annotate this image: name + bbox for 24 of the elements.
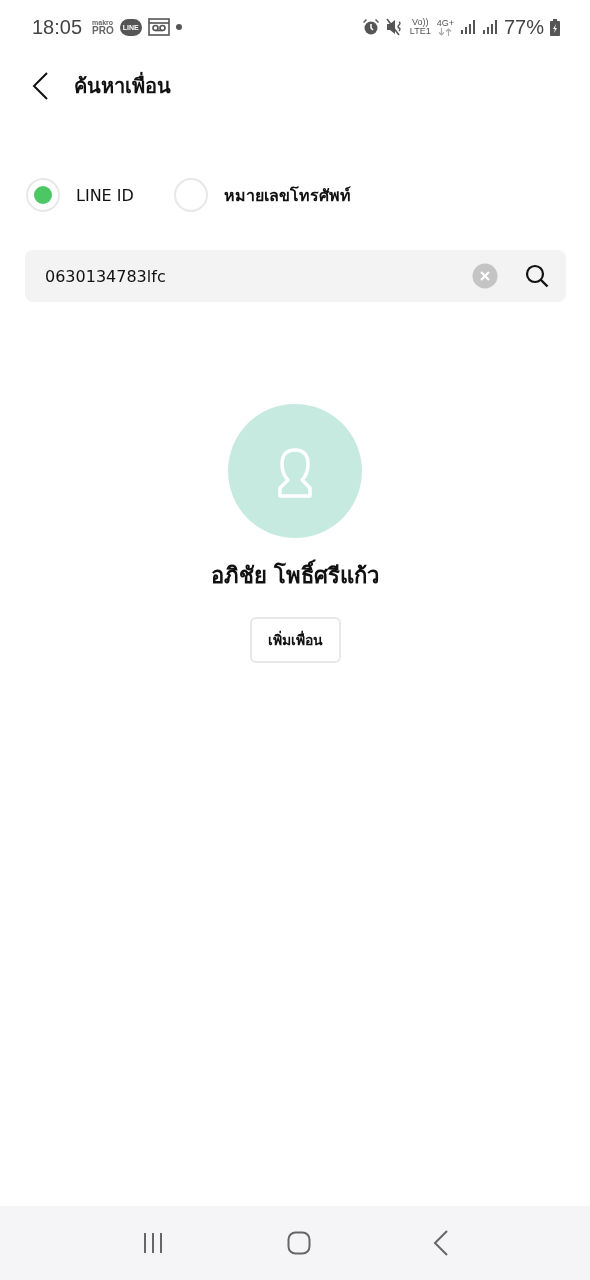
radio-label[interactable]: หมายเลขโทรศัพท์ — [223, 182, 351, 208]
signal-icon — [481, 19, 498, 35]
mute-icon — [385, 18, 404, 36]
radio-button[interactable] — [26, 178, 60, 212]
status-time: 18:05 — [32, 15, 83, 39]
voicemail-icon — [147, 18, 170, 36]
page-title: ค้นหาเพื่อน — [74, 71, 171, 100]
avatar-icon — [228, 404, 362, 538]
add-friend-button[interactable]: เพิ่มเพื่อน — [249, 617, 341, 663]
radio-label[interactable]: LINE ID — [76, 185, 134, 205]
signal-icon — [459, 19, 476, 35]
back-icon[interactable] — [32, 72, 50, 100]
data-arrows-icon — [438, 27, 453, 36]
friend-name: อภิชัย โพธิ์ศรีแก้ว — [210, 558, 380, 593]
battery-percent: 77% — [503, 15, 544, 39]
recent-apps-icon[interactable] — [141, 1231, 165, 1255]
battery-icon — [550, 18, 560, 36]
search-field[interactable]: 0630134783lfc — [25, 250, 566, 302]
dot-icon — [175, 24, 182, 30]
home-icon[interactable] — [287, 1231, 311, 1255]
network-indicator: 4G+ — [436, 18, 454, 36]
volte-indicator: Vo)) LTE1 — [409, 18, 431, 36]
alarm-icon — [361, 18, 380, 36]
search-icon[interactable] — [525, 264, 549, 288]
